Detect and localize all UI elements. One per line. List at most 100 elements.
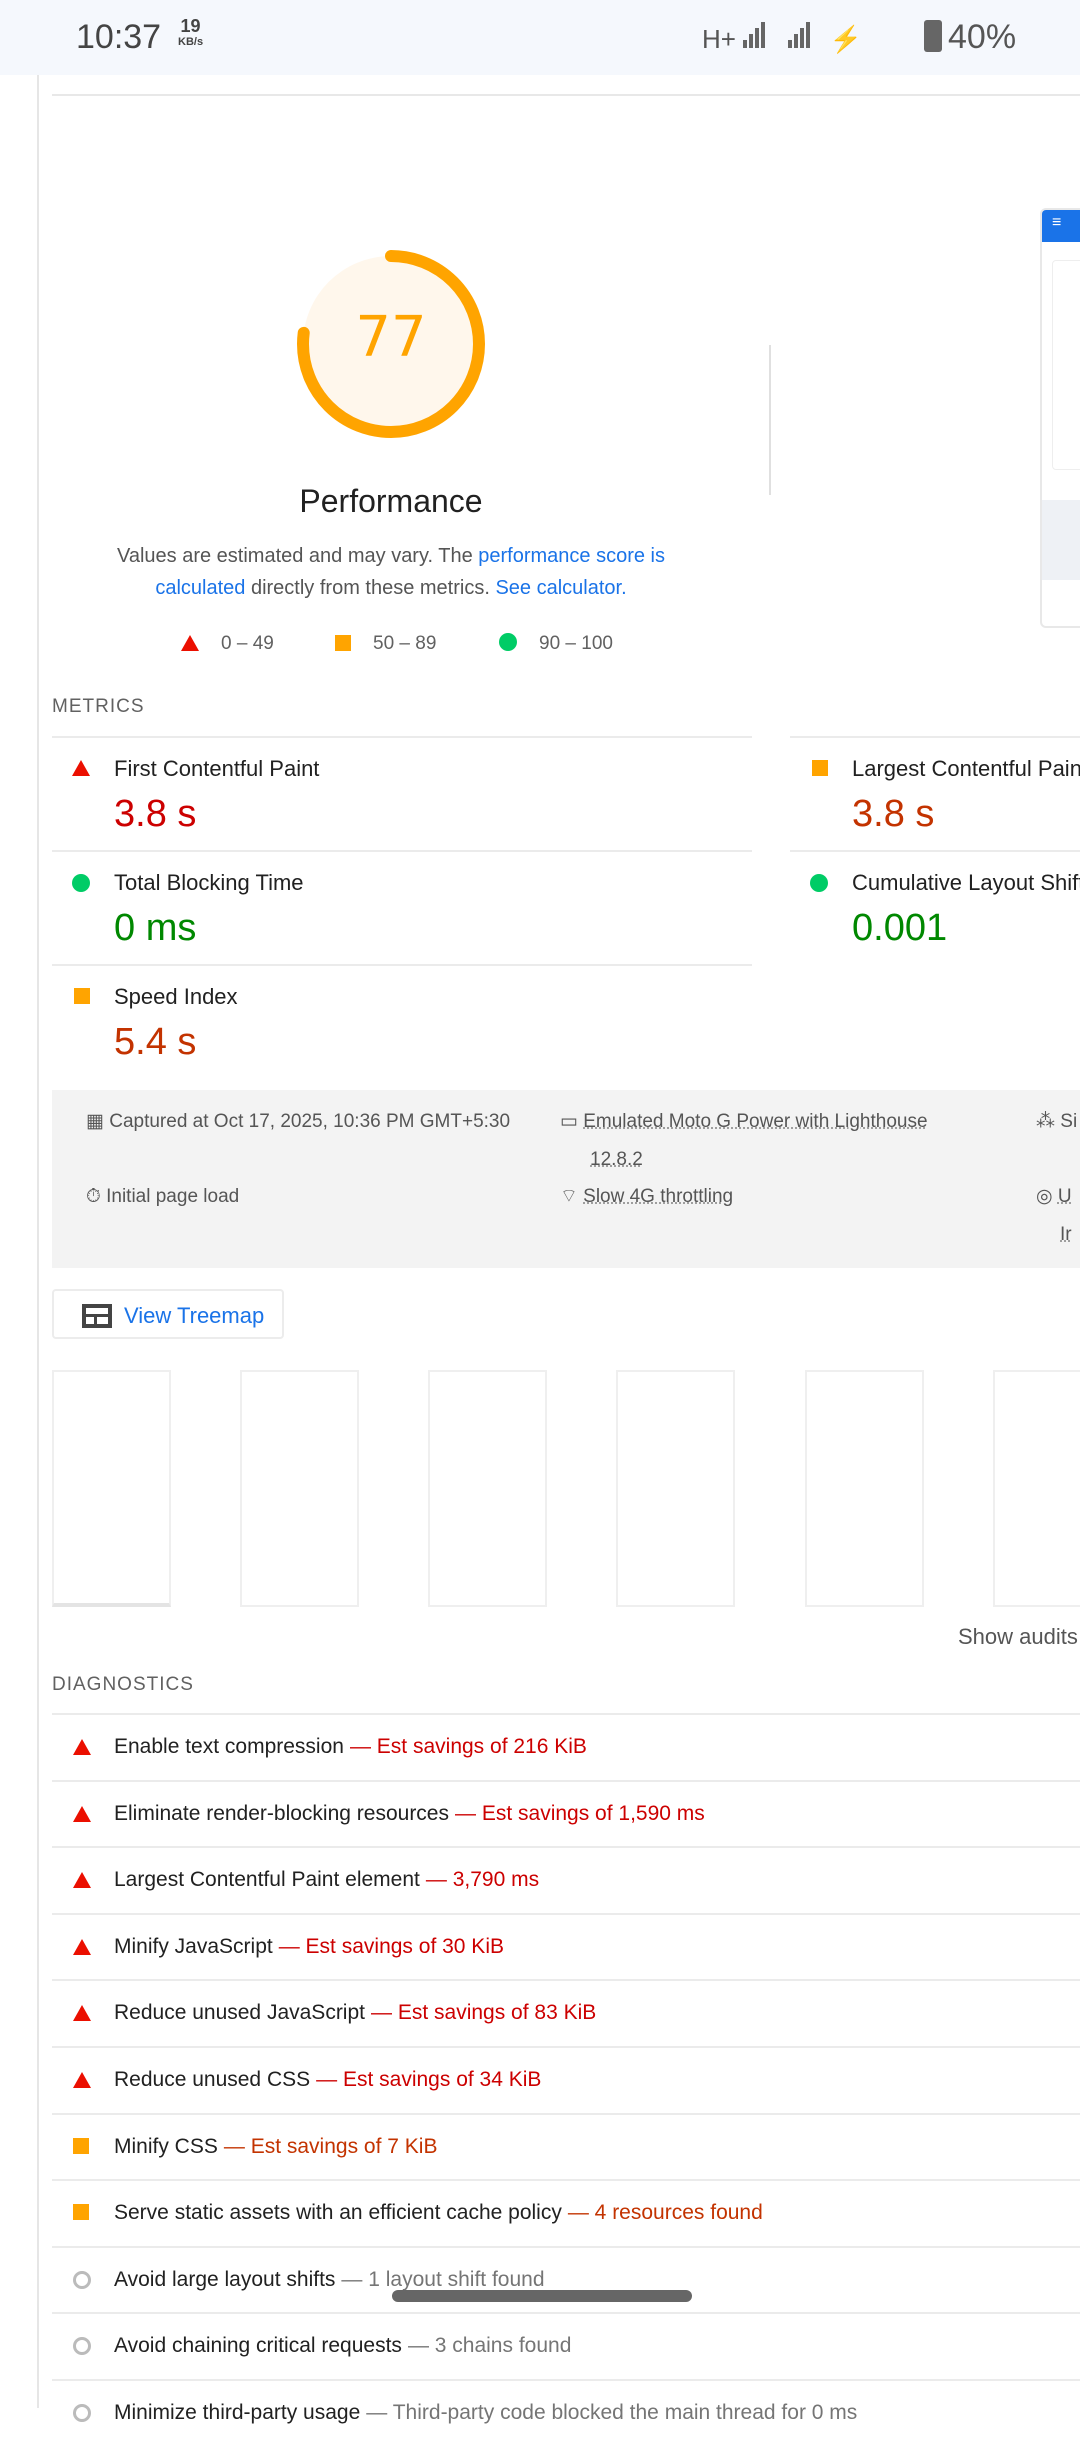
score-value: 77 [355, 305, 427, 370]
diagnostic-row[interactable]: Avoid large layout shifts — 1 layout shif… [52, 2245, 1080, 2313]
diagnostic-detail: — Est savings of 7 KiB [223, 2134, 438, 2158]
diagnostic-detail: — Third-party code blocked the main thre… [366, 2401, 858, 2424]
browser-info[interactable]: ◎ U Ir [1036, 1178, 1072, 1254]
diagnostic-title: Avoid large layout shifts [114, 2267, 336, 2291]
diagnostic-title: Minify CSS [114, 2134, 218, 2158]
triangle-icon [72, 760, 90, 776]
filmstrip-frame [240, 1370, 359, 1607]
filmstrip-frame [52, 1370, 171, 1607]
divider [769, 345, 771, 495]
diagnostic-text: Eliminate render-blocking resources — Est… [114, 1802, 705, 1826]
diagnostic-row[interactable]: Eliminate render-blocking resources — Est… [52, 1779, 1080, 1847]
load-type: ⏱ Initial page load [86, 1178, 239, 1216]
divider [52, 94, 1080, 96]
legend-label: 90 – 100 [539, 633, 613, 654]
legend-label: 50 – 89 [373, 633, 437, 654]
diagnostic-title: Minify JavaScript [114, 1934, 273, 1958]
diagnostic-detail: — Est savings of 216 KiB [349, 1735, 587, 1758]
triangle-icon [73, 1938, 91, 1955]
square-icon [335, 635, 351, 651]
diagnostics-heading: DIAGNOSTICS [52, 1674, 194, 1695]
triangle-icon [73, 1805, 91, 1822]
diagnostic-detail: — Est savings of 1,590 ms [455, 1801, 705, 1825]
signal-icon [788, 22, 812, 55]
metric-tbt: Total Blocking Time 0 ms [52, 850, 752, 964]
diagnostic-text: Minify CSS — Est savings of 7 KiB [114, 2135, 437, 2159]
session-text: Si [1060, 1111, 1078, 1132]
description-text: Values are estimated and may vary. The [116, 545, 479, 567]
category-title: Performance [299, 483, 483, 519]
view-treemap-button[interactable]: View Treemap [52, 1289, 284, 1339]
diagnostic-title: Eliminate render-blocking resources [114, 1801, 449, 1825]
circle-icon [499, 633, 517, 651]
metric-value: 5.4 s [114, 1021, 197, 1063]
diagnostic-detail: — 4 resources found [567, 2201, 763, 2225]
menu-icon: ≡ [1042, 210, 1080, 242]
metric-name: Speed Index [114, 984, 238, 1009]
diagnostic-title: Reduce unused JavaScript [114, 2001, 365, 2025]
home-indicator[interactable] [392, 2290, 692, 2302]
throttling[interactable]: ⌔ Slow 4G throttling [560, 1178, 733, 1216]
filmstrip-frame [616, 1370, 735, 1607]
square-icon [74, 988, 90, 1004]
diagnostic-detail: — 3 chains found [407, 2334, 572, 2358]
diagnostic-text: Reduce unused CSS — Est savings of 34 KiB [114, 2068, 541, 2092]
diagnostic-text: Avoid chaining critical requests — 3 chai… [114, 2334, 571, 2358]
diagnostic-detail: — 1 layout shift found [341, 2267, 545, 2291]
circle-outline-icon [73, 2337, 91, 2356]
emulated-device[interactable]: ▭ Emulated Moto G Power with Lighthouse 1… [560, 1103, 928, 1179]
final-screenshot[interactable]: ≡ [1040, 208, 1080, 628]
clock: 10:37 [76, 18, 162, 56]
status-bar: 10:37 19 KB/s H+ ⚡ 40% [0, 0, 1080, 75]
captured-at: ▦ Captured at Oct 17, 2025, 10:36 PM GMT… [86, 1103, 510, 1141]
diagnostic-title: Enable text compression [114, 1735, 344, 1758]
metric-value: 3.8 s [114, 793, 197, 835]
treemap-label: View Treemap [124, 1303, 265, 1328]
diagnostic-title: Reduce unused CSS [114, 2068, 311, 2091]
diagnostic-title: Minimize third-party usage [114, 2401, 361, 2424]
show-audits-filter[interactable]: Show audits [958, 1624, 1078, 1650]
treemap-icon [82, 1304, 112, 1328]
screenshot-section [1042, 500, 1080, 580]
calendar-icon: ▦ [86, 1111, 110, 1132]
diagnostic-row[interactable]: Minimize third-party usage — Third-party … [52, 2379, 1080, 2446]
see-calculator-link[interactable]: See calculator. [495, 577, 626, 599]
diagnostic-row[interactable]: Reduce unused JavaScript — Est savings of… [52, 1979, 1080, 2046]
square-icon [812, 760, 828, 776]
diagnostic-detail: — 3,790 ms [425, 1868, 540, 1892]
circle-icon [810, 874, 828, 892]
timer-icon: ⏱ [86, 1186, 107, 1207]
left-border [37, 75, 39, 2408]
filmstrip-frame [993, 1370, 1080, 1607]
diagnostic-row[interactable]: Reduce unused CSS — Est savings of 34 KiB [52, 2046, 1080, 2113]
diagnostic-title: Largest Contentful Paint element [114, 1868, 420, 1892]
diagnostic-row[interactable]: Minify CSS — Est savings of 7 KiB [52, 2112, 1080, 2180]
legend-label: 0 – 49 [221, 633, 274, 654]
diagnostic-row[interactable]: Serve static assets with an efficient ca… [52, 2179, 1080, 2246]
metric-name: First Contentful Paint [114, 756, 320, 781]
network-indicator: H+ ⚡ [702, 22, 862, 55]
browser-text: Ir [1060, 1224, 1072, 1245]
runtime-settings: ▦ Captured at Oct 17, 2025, 10:36 PM GMT… [52, 1090, 1080, 1268]
metric-fcp: First Contentful Paint 3.8 s [52, 736, 752, 850]
signal-icon [743, 22, 767, 55]
diagnostic-row[interactable]: Enable text compression — Est savings of … [52, 1713, 1080, 1780]
diagnostic-text: Minimize third-party usage — Third-party … [114, 2401, 857, 2425]
diagnostic-title: Avoid chaining critical requests [114, 2334, 402, 2358]
metric-value: 3.8 s [852, 793, 935, 835]
metric-name: Total Blocking Time [114, 870, 304, 895]
captured-text: Captured at Oct 17, 2025, 10:36 PM GMT+5… [109, 1111, 511, 1132]
square-icon [73, 2204, 89, 2221]
battery-percent: 40% [948, 18, 1017, 56]
triangle-icon [73, 2072, 91, 2088]
legend-fail: 0 – 49 [181, 633, 274, 655]
triangle-icon [73, 2005, 91, 2022]
session-icon: ⁂ [1036, 1111, 1061, 1132]
charging-icon: ⚡ [829, 24, 863, 54]
circle-outline-icon [73, 2270, 91, 2289]
diagnostic-row[interactable]: Minify JavaScript — Est savings of 30 KiB [52, 1912, 1080, 1980]
net-speed-value: 19 [180, 16, 201, 36]
net-speed: 19 KB/s [178, 16, 203, 50]
diagnostic-row[interactable]: Avoid chaining critical requests — 3 chai… [52, 2312, 1080, 2379]
diagnostic-row[interactable]: Largest Contentful Paint element — 3,790 … [52, 1846, 1080, 1913]
